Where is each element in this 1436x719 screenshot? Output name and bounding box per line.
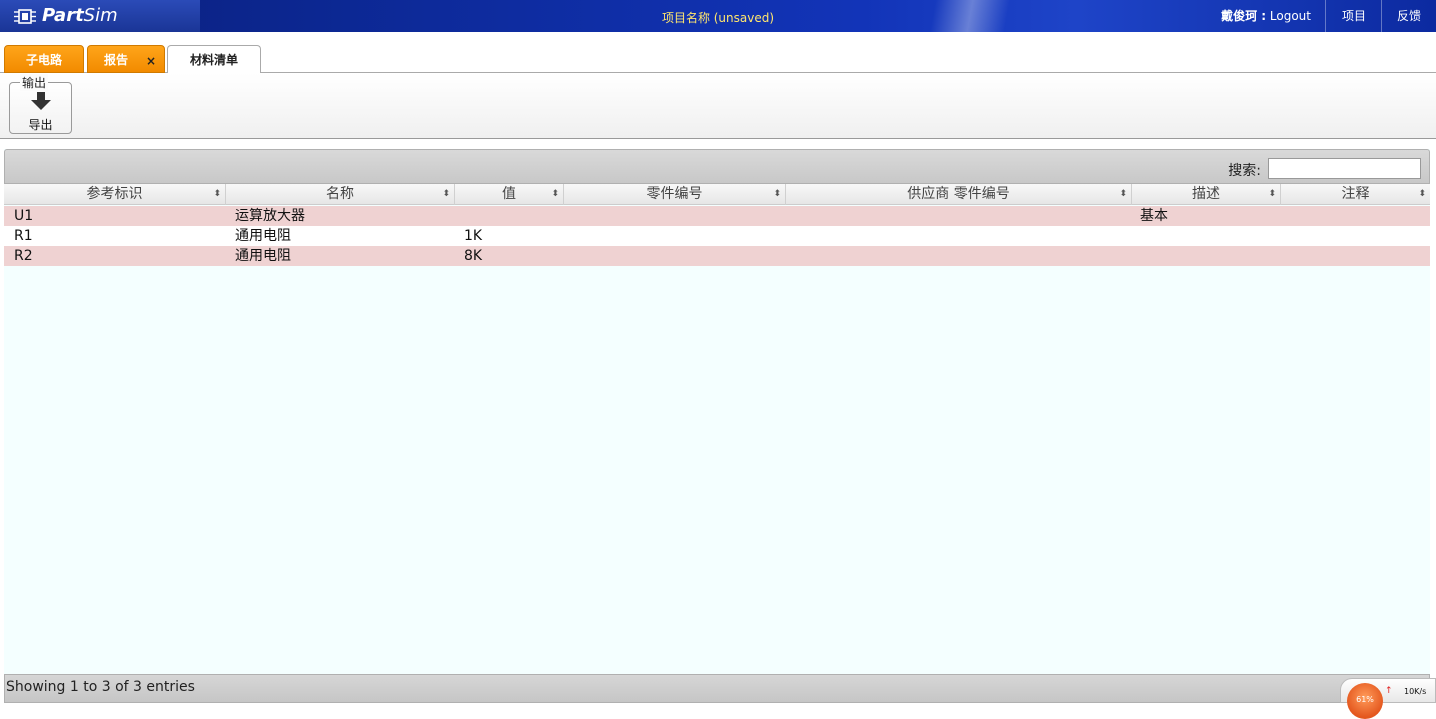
sort-icon: ⬍ <box>442 189 450 199</box>
tab-report[interactable]: 报告 × <box>87 45 165 73</box>
output-group-label: 输出 <box>20 74 49 91</box>
upload-arrow-icon: ↑ <box>1385 686 1393 696</box>
column-header-refdes[interactable]: 参考标识 ⬍ <box>4 184 226 205</box>
column-header-name[interactable]: 名称 ⬍ <box>226 184 455 205</box>
entries-info: Showing 1 to 3 of 3 entries <box>6 679 195 695</box>
column-header-label: 注释 <box>1341 186 1370 202</box>
cell-name: 通用电阻 <box>235 248 291 264</box>
tab-label: 报告 <box>103 53 128 67</box>
search-input[interactable] <box>1268 158 1421 179</box>
bom-table-panel: 搜索: 参考标识 ⬍ 名称 ⬍ 值 ⬍ 零件编号 ⬍ 供应商 零件编号 ⬍ 描述… <box>4 149 1430 703</box>
column-header-label: 参考标识 <box>86 186 143 202</box>
download-arrow-icon <box>30 92 51 110</box>
table-row[interactable]: U1 运算放大器 基本 <box>4 206 1430 226</box>
nav-project-button[interactable]: 项目 <box>1327 0 1382 32</box>
table-header: 参考标识 ⬍ 名称 ⬍ 值 ⬍ 零件编号 ⬍ 供应商 零件编号 ⬍ 描述 ⬍ 注… <box>4 184 1430 205</box>
table-row[interactable]: R2 通用电阻 8K <box>4 246 1430 266</box>
export-button[interactable]: 导出 <box>10 91 71 133</box>
network-speed-widget[interactable]: 61% ↑ 10K/s <box>1340 678 1436 719</box>
top-bar: PartSim 项目名称 (unsaved) 戴俊珂 : Logout 项目 反… <box>0 0 1436 32</box>
tab-label: 材料清单 <box>189 53 238 67</box>
column-header-label: 零件编号 <box>646 186 703 202</box>
output-group: 输出 导出 <box>9 74 72 134</box>
sort-icon: ⬍ <box>1268 189 1276 199</box>
column-header-notes[interactable]: 注释 ⬍ <box>1281 184 1430 205</box>
cell-description: 基本 <box>1140 208 1168 224</box>
cell-refdes: U1 <box>14 208 34 224</box>
search-label: 搜索: <box>1228 163 1261 179</box>
cell-name: 运算放大器 <box>235 208 305 224</box>
table-row[interactable]: R1 通用电阻 1K <box>4 226 1430 246</box>
sort-icon: ⬍ <box>1119 189 1127 199</box>
export-label: 导出 <box>28 118 53 132</box>
user-name: 戴俊珂 : <box>1221 9 1267 23</box>
column-header-label: 描述 <box>1192 186 1220 202</box>
table-footer: Showing 1 to 3 of 3 entries <box>4 674 1430 703</box>
tab-bom[interactable]: 材料清单 <box>167 45 261 74</box>
column-header-label: 供应商 零件编号 <box>907 186 1010 202</box>
search-bar: 搜索: <box>4 149 1430 184</box>
column-header-value[interactable]: 值 ⬍ <box>455 184 564 205</box>
sort-icon: ⬍ <box>213 189 221 199</box>
column-header-label: 值 <box>502 186 516 202</box>
nav-feedback-button[interactable]: 反馈 <box>1382 0 1436 32</box>
logout-link[interactable]: Logout <box>1270 9 1311 23</box>
tab-label: 子电路 <box>25 53 62 67</box>
cell-value: 1K <box>464 228 483 244</box>
sort-icon: ⬍ <box>1418 189 1426 199</box>
cell-name: 通用电阻 <box>235 228 291 244</box>
tab-strip: 子电路 报告 × 材料清单 <box>0 32 1436 74</box>
column-header-description[interactable]: 描述 ⬍ <box>1132 184 1281 205</box>
sort-icon: ⬍ <box>551 189 559 199</box>
user-menu: 戴俊珂 : Logout <box>1207 0 1326 32</box>
column-header-part-number[interactable]: 零件编号 ⬍ <box>564 184 786 205</box>
column-header-label: 名称 <box>326 186 354 202</box>
column-header-supplier-part-number[interactable]: 供应商 零件编号 ⬍ <box>786 184 1132 205</box>
cell-refdes: R1 <box>14 228 33 244</box>
close-icon[interactable]: × <box>146 47 156 75</box>
toolbar: 输出 导出 <box>0 73 1436 139</box>
cell-value: 8K <box>464 248 483 264</box>
network-speed: 10K/s <box>1404 687 1427 696</box>
cell-refdes: R2 <box>14 248 33 264</box>
sort-icon: ⬍ <box>773 189 781 199</box>
tab-subcircuit[interactable]: 子电路 <box>4 45 84 73</box>
